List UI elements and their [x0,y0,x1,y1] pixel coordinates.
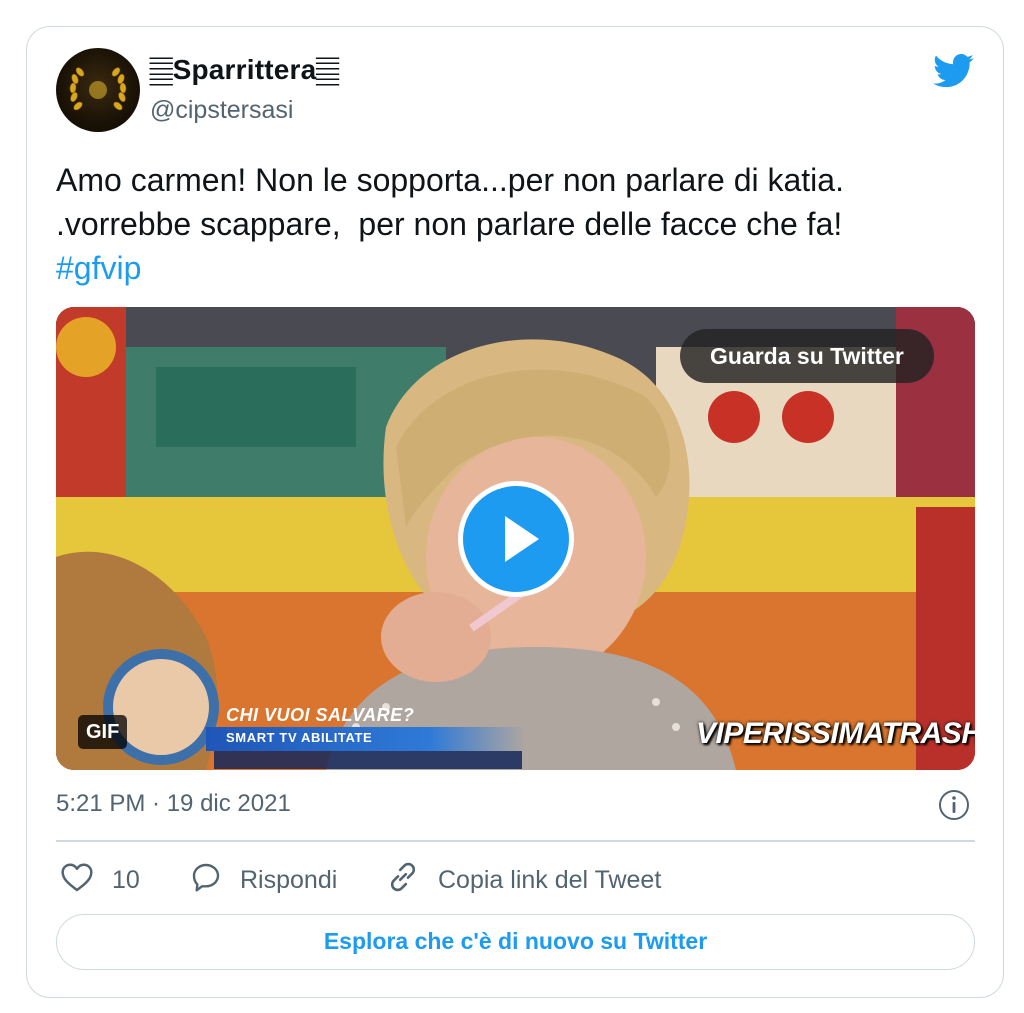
reply-label: Rispondi [240,865,338,894]
chyron-fine-print [214,751,522,769]
media-gif[interactable]: Guarda su Twitter GIF CHI VUOI SALVARE? … [56,307,975,770]
reply-button[interactable]: Rispondi [190,858,337,902]
like-button[interactable]: 10 [60,858,140,902]
copy-link-label: Copia link del Tweet [438,865,662,894]
watermark: VIPERISSIMATRASH [696,717,975,750]
explore-twitter-button[interactable]: Esplora che c'è di nuovo su Twitter [56,914,975,970]
avatar[interactable] [56,48,140,132]
hashtag-link[interactable]: #gfvip [56,250,141,286]
copy-link-button[interactable]: Copia link del Tweet [386,858,661,902]
like-count: 10 [112,865,140,894]
tweet-text: Amo carmen! Non le sopporta...per non pa… [56,158,956,290]
tweet-body: Amo carmen! Non le sopporta...per non pa… [56,162,844,242]
info-icon[interactable] [938,789,970,826]
reply-bubble-icon [190,861,222,900]
display-name[interactable]: 𝄛Sparrittera𝄛 [150,54,339,87]
play-icon[interactable] [458,481,574,597]
user-handle[interactable]: @cipstersasi [150,96,293,125]
chyron-title: CHI VUOI SALVARE? [226,705,415,725]
twitter-bird-icon[interactable] [933,54,975,93]
tweet-timestamp[interactable]: 5:21 PM · 19 dic 2021 [56,790,291,818]
link-icon [386,860,420,901]
heart-icon [60,862,94,899]
divider [56,840,975,842]
chyron-subtitle: SMART TV ABILITATE [226,730,373,745]
gif-badge: GIF [78,715,128,749]
watch-on-twitter-button[interactable]: Guarda su Twitter [680,329,934,383]
